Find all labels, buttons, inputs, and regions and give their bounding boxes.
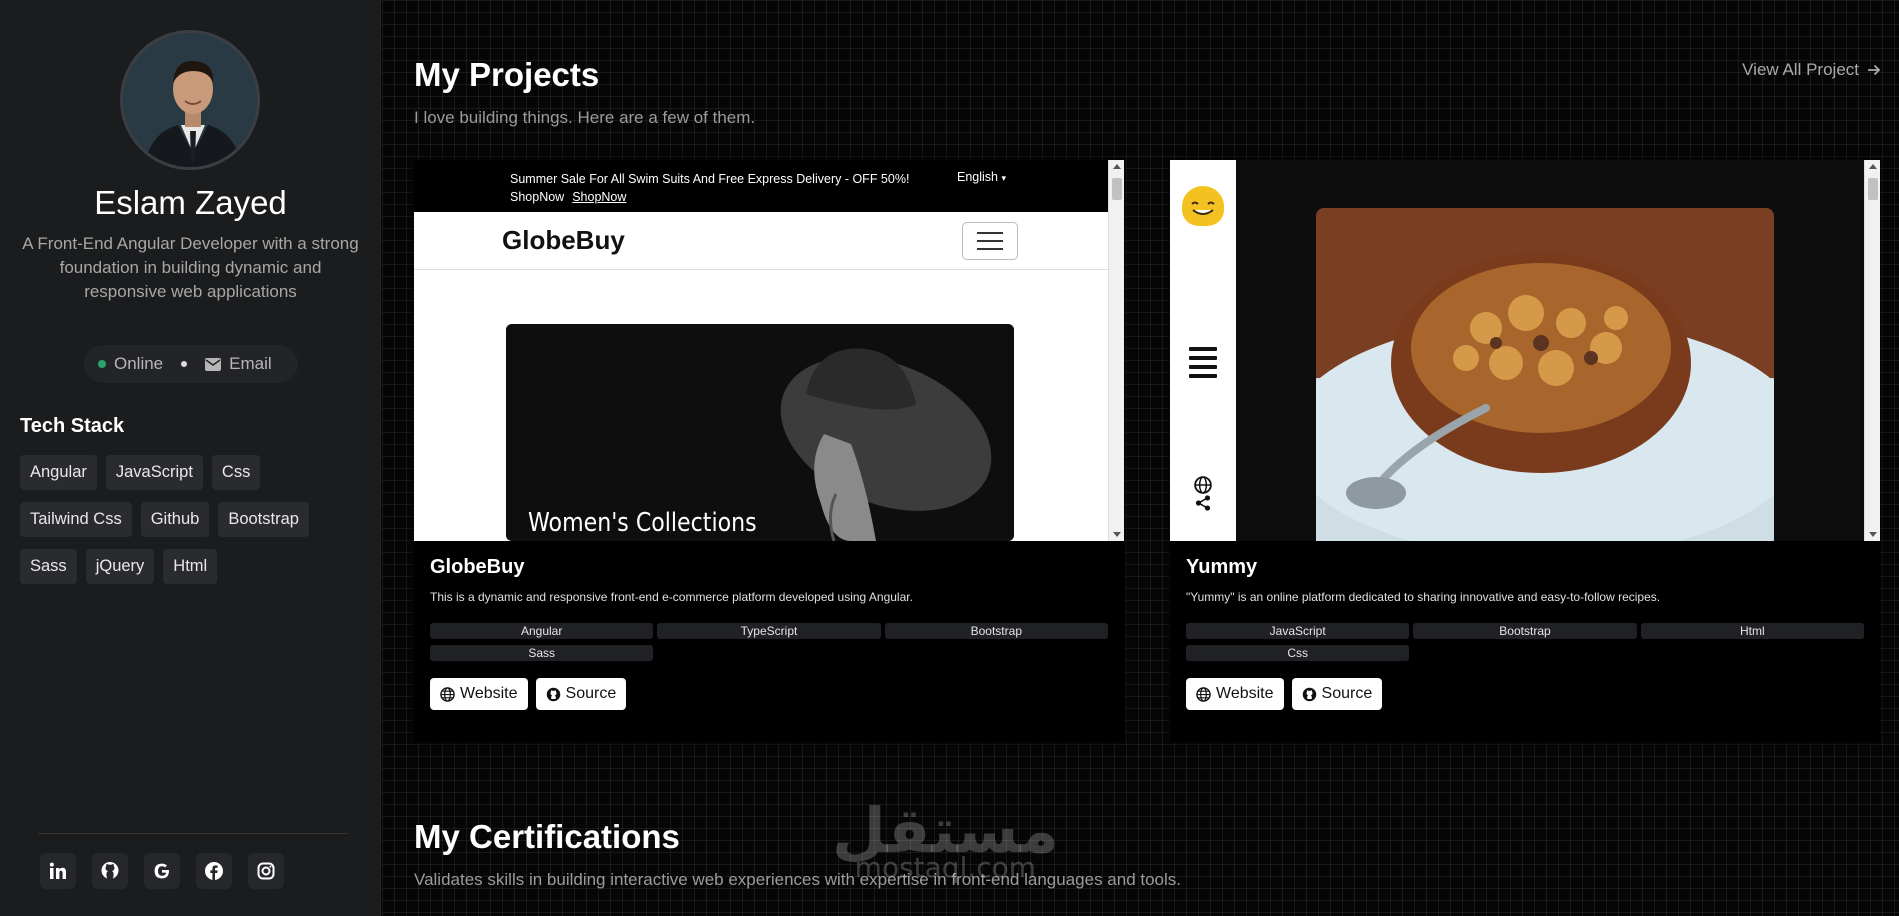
profile-bio: A Front-End Angular Developer with a str… [22, 234, 359, 301]
preview-navbar: GlobeBuy [414, 212, 1108, 270]
project-preview[interactable] [1170, 160, 1880, 541]
tech-stack-list: Angular JavaScript Css Tailwind Css Gith… [20, 455, 360, 584]
linkedin-icon[interactable] [40, 853, 76, 889]
status-pill: Online Email [84, 345, 298, 383]
tech-chip: Angular [20, 455, 97, 490]
promo-link-underlined: ShopNow [572, 190, 627, 204]
online-label: Online [114, 354, 164, 373]
arrow-right-icon [1868, 64, 1881, 76]
preview-scrollbar[interactable] [1108, 160, 1124, 541]
projects-subtitle: I love building things. Here are a few o… [414, 108, 756, 127]
website-label: Website [460, 685, 518, 702]
profile-sidebar: Eslam Zayed A Front-End Angular Develope… [0, 0, 381, 916]
hamburger-icon [1189, 347, 1217, 378]
language-label: English [957, 170, 998, 184]
instagram-icon[interactable] [248, 853, 284, 889]
facebook-icon[interactable] [196, 853, 232, 889]
mail-icon[interactable] [205, 357, 222, 371]
source-label: Source [565, 685, 617, 702]
hamburger-icon [962, 222, 1018, 260]
tech-chip: Bootstrap [218, 502, 309, 537]
preview-promo: Summer Sale For All Swim Suits And Free … [510, 170, 950, 206]
github-icon [1302, 687, 1316, 701]
source-button[interactable]: Source [535, 678, 627, 710]
preview-sidebar [1170, 160, 1236, 541]
view-all-label: View All Project [1742, 60, 1859, 79]
email-link[interactable]: Email [229, 354, 272, 374]
separator-dot [181, 361, 188, 367]
globe-icon [1194, 476, 1212, 494]
project-actions: Website Source [1186, 678, 1383, 710]
promo-text: Summer Sale For All Swim Suits And Free … [510, 172, 910, 186]
project-description: "Yummy" is an online platform dedicated … [1186, 590, 1661, 604]
food-photo [1316, 208, 1774, 541]
profile-photo [123, 33, 257, 167]
view-all-projects-link[interactable]: View All Project [1742, 60, 1881, 80]
project-tag: Bootstrap [884, 623, 1108, 639]
project-preview[interactable]: Summer Sale For All Swim Suits And Free … [414, 160, 1124, 541]
tech-stack-title: Tech Stack [20, 415, 125, 437]
tech-chip: Css [211, 455, 261, 490]
smiley-logo-icon [1182, 186, 1224, 226]
source-label: Source [1321, 685, 1373, 702]
globe-icon [1196, 686, 1211, 702]
profile-name: Eslam Zayed [94, 184, 287, 221]
project-tag: Css [1186, 645, 1410, 661]
website-label: Website [1216, 685, 1274, 702]
promo-link: ShopNow [510, 190, 565, 204]
tech-chip: JavaScript [105, 455, 203, 490]
scroll-up-icon [1869, 164, 1877, 169]
scroll-thumb[interactable] [1868, 178, 1878, 200]
google-icon[interactable] [144, 853, 180, 889]
project-tag: Bootstrap [1413, 623, 1637, 639]
social-links [40, 853, 284, 889]
preview-topbar: Summer Sale For All Swim Suits And Free … [414, 160, 1108, 212]
project-card-yummy: Yummy "Yummy" is an online platform dedi… [1170, 160, 1880, 742]
project-title: GlobeBuy [430, 556, 525, 578]
github-icon [546, 687, 560, 701]
certifications-title: My Certifications [414, 818, 680, 855]
website-button[interactable]: Website [430, 678, 528, 710]
scroll-down-icon [1869, 532, 1877, 537]
hero-text: Women's Collections [528, 508, 757, 538]
sidebar-divider [38, 833, 348, 834]
mostaql-watermark: مستقل mostaql.com [832, 800, 1059, 882]
scroll-up-icon [1113, 164, 1121, 169]
project-tag: Sass [430, 645, 654, 661]
project-tag: Angular [430, 623, 654, 639]
project-actions: Website Source [430, 678, 627, 710]
caret-down-icon: ▾ [1001, 173, 1007, 183]
certifications-subtitle: Validates skills in building interactive… [414, 870, 1182, 889]
share-icon [1195, 495, 1211, 511]
online-status-dot [98, 360, 106, 368]
language-select: English ▾ [957, 170, 1006, 184]
tech-chip: Sass [20, 549, 77, 584]
preview-logo: GlobeBuy [502, 225, 625, 255]
projects-title: My Projects [414, 56, 600, 93]
main-content: My Projects I love building things. Here… [382, 0, 1899, 916]
preview-main [1236, 160, 1864, 541]
tech-chip: jQuery [85, 549, 155, 584]
source-button[interactable]: Source [1291, 678, 1383, 710]
watermark-latin: mostaql.com [854, 851, 1037, 884]
project-description: This is a dynamic and responsive front-e… [430, 590, 913, 604]
github-icon[interactable] [92, 853, 128, 889]
project-title: Yummy [1186, 556, 1258, 578]
scroll-down-icon [1113, 532, 1121, 537]
avatar [120, 30, 260, 170]
tech-chip: Github [140, 502, 210, 537]
preview-scrollbar[interactable] [1864, 160, 1880, 541]
tech-chip: Tailwind Css [20, 502, 132, 537]
project-tag: Html [1640, 623, 1864, 639]
project-tags: Angular TypeScript Bootstrap Sass [430, 623, 1108, 661]
website-button[interactable]: Website [1186, 678, 1284, 710]
tech-chip: Html [163, 549, 218, 584]
project-tag: TypeScript [657, 623, 881, 639]
preview-hero: Women's Collections [506, 324, 1014, 541]
project-card-globebuy: Summer Sale For All Swim Suits And Free … [414, 160, 1124, 742]
project-tag: JavaScript [1186, 623, 1410, 639]
project-tags: JavaScript Bootstrap Html Css [1186, 623, 1864, 661]
globe-icon [440, 686, 455, 702]
scroll-thumb[interactable] [1112, 178, 1122, 200]
